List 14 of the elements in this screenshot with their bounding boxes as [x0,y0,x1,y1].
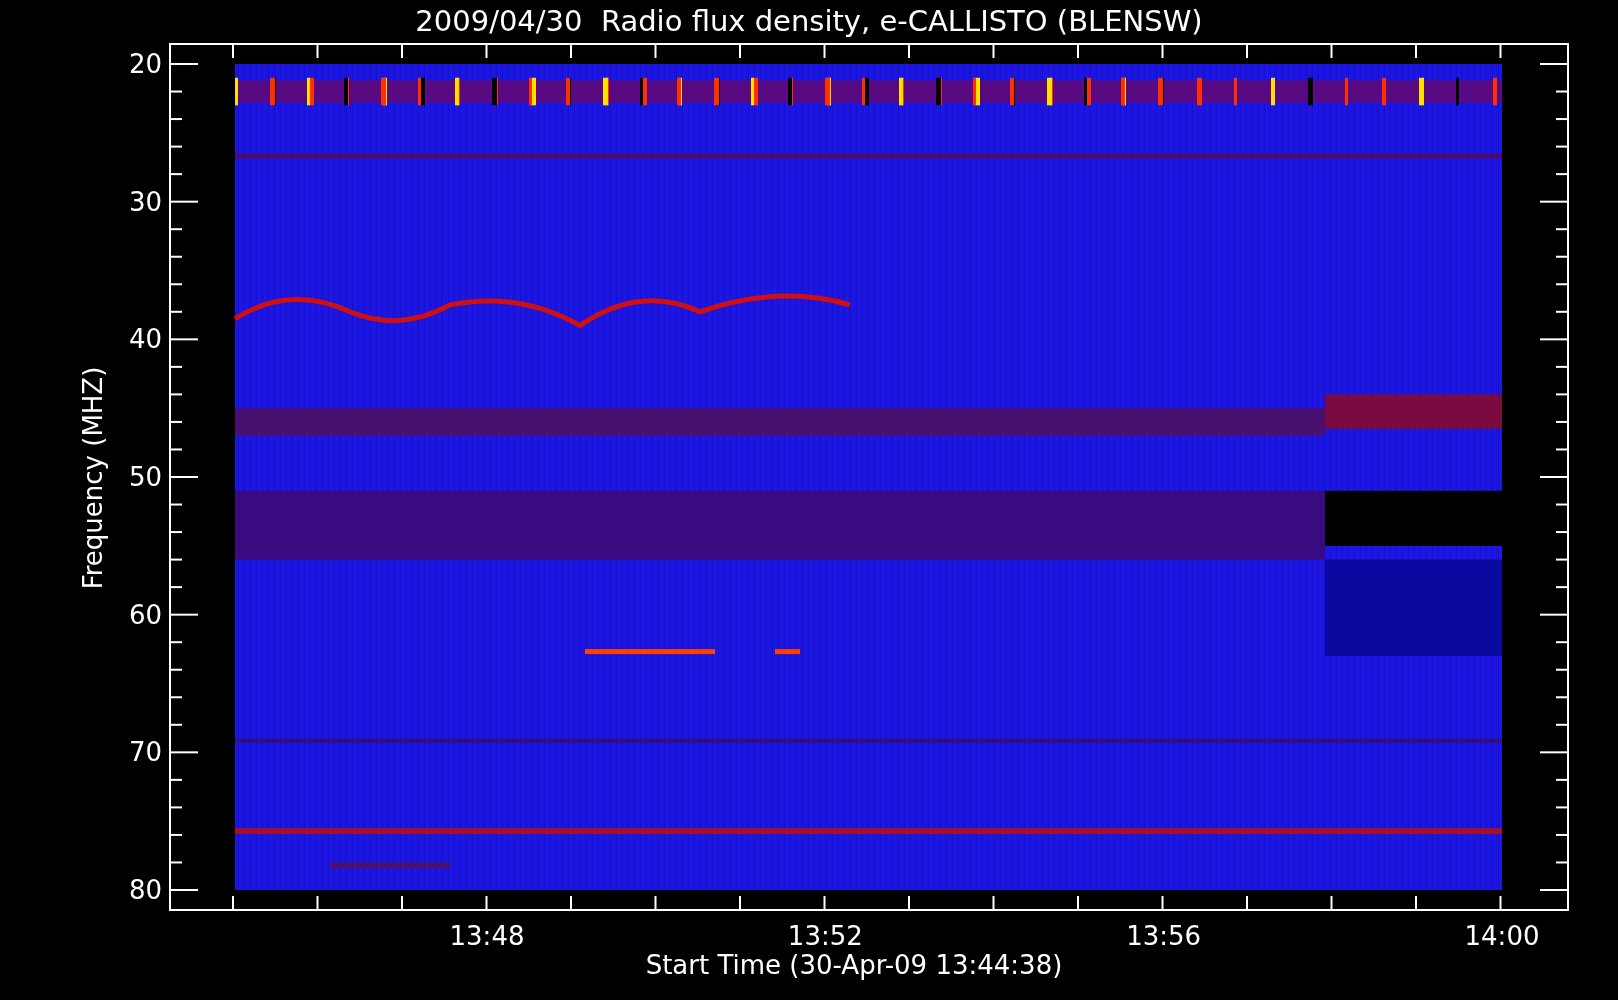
x-tick-label: 14:00 [1463,921,1541,951]
x-tick-label: 13:56 [1125,921,1203,951]
x-tick-label: 13:52 [786,921,864,951]
y-tick-label: 60 [127,599,162,630]
x-tick-label: 13:48 [448,921,526,951]
y-tick-label: 20 [127,49,162,79]
y-axis-label: Frequency (MHZ) [78,366,108,590]
x-axis-label: Start Time (30-Apr-09 13:44:38) [645,950,1063,980]
y-tick-label: 70 [127,737,162,768]
y-tick-label: 30 [127,186,162,217]
chart-title: 2009/04/30 Radio flux density, e-CALLISTO (BLENSW) [415,3,1203,40]
y-tick-label: 80 [127,875,162,905]
y-tick-label: 40 [127,324,162,355]
y-tick-label: 50 [127,462,162,492]
